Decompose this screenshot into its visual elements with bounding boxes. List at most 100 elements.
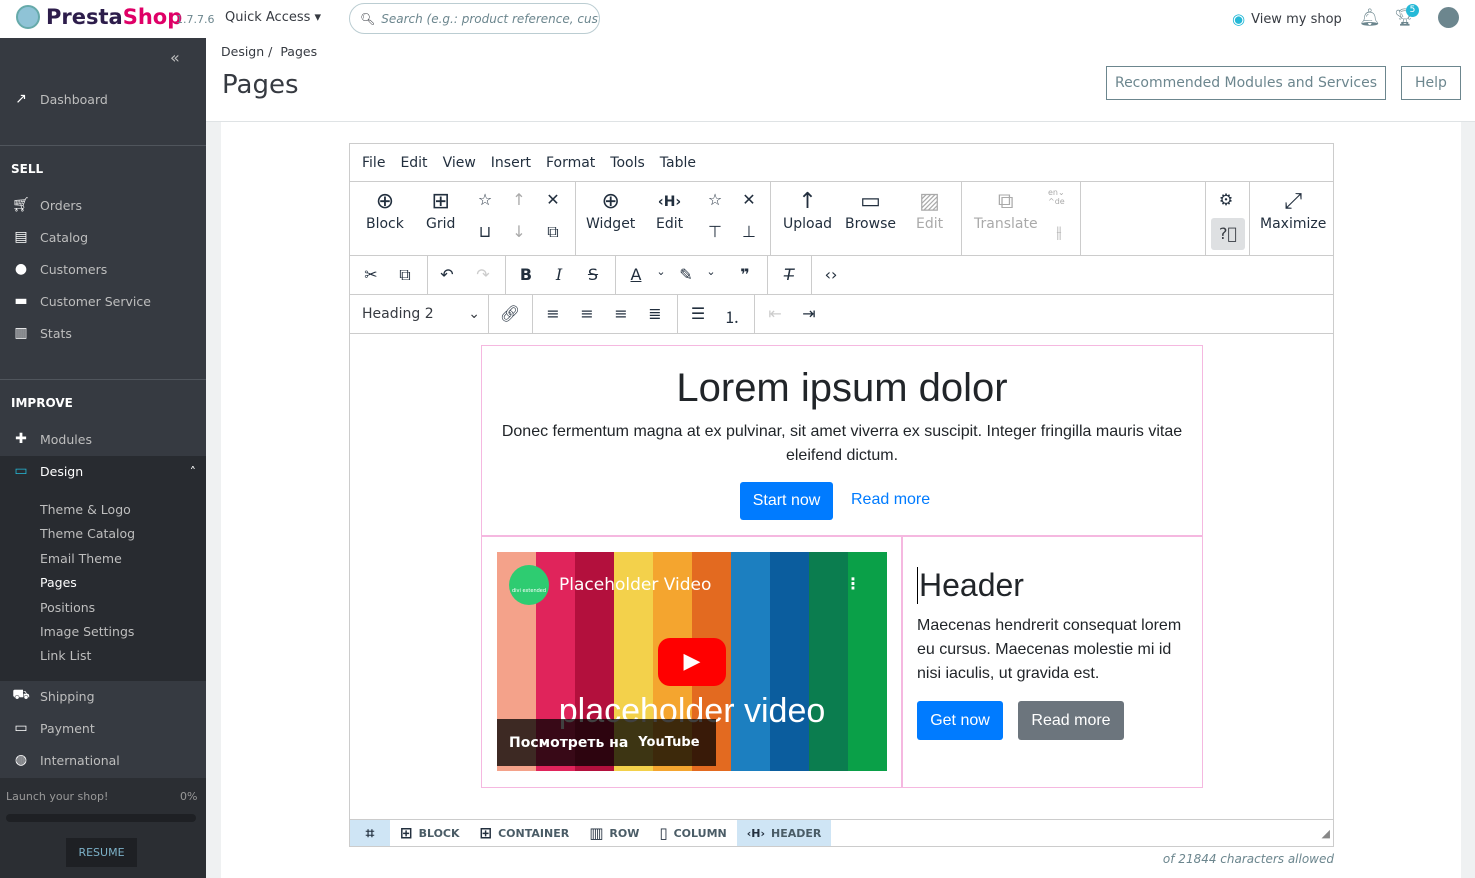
- copy-icon[interactable]: ⧉: [393, 265, 417, 285]
- code-icon[interactable]: ‹›: [819, 265, 843, 284]
- select-all-icon[interactable]: ⌗: [350, 820, 390, 846]
- sidebar-item-dashboard[interactable]: ↗ Dashboard: [0, 84, 206, 114]
- block-format-select[interactable]: Heading 2 ⌄: [362, 306, 480, 322]
- search-input[interactable]: 🔍︎Search (e.g.: product reference, custo…: [349, 3, 600, 34]
- menu-view[interactable]: View: [443, 155, 476, 171]
- read-more-link[interactable]: Read more: [851, 491, 930, 509]
- submenu-theme-logo[interactable]: Theme & Logo: [40, 502, 131, 517]
- sidebar-item-design[interactable]: ▭ Design ˄: [0, 456, 206, 486]
- sidebar-item-stats[interactable]: ▥ Stats: [0, 318, 206, 348]
- sidebar-item-customer-service[interactable]: ▬ Customer Service: [0, 286, 206, 316]
- align-bottom-icon[interactable]: ⊥: [737, 222, 761, 241]
- upload-button[interactable]: ↑ Upload: [783, 182, 832, 232]
- align-center-icon[interactable]: ≡: [575, 304, 599, 323]
- bell-icon[interactable]: 🔔︎: [1359, 8, 1381, 28]
- menu-file[interactable]: File: [362, 155, 385, 171]
- align-right-icon[interactable]: ≡: [609, 304, 633, 323]
- close-icon[interactable]: ✕: [737, 190, 761, 209]
- sliders-icon[interactable]: ⫲: [1047, 222, 1071, 242]
- bold-icon[interactable]: B: [514, 265, 538, 284]
- menu-format[interactable]: Format: [546, 155, 595, 171]
- menu-table[interactable]: Table: [660, 155, 696, 171]
- submenu-image-settings[interactable]: Image Settings: [40, 624, 134, 639]
- cut-icon[interactable]: ✂: [359, 265, 383, 284]
- edit-header-button[interactable]: ‹H› Edit: [656, 182, 683, 232]
- text-color-icon[interactable]: A: [624, 265, 648, 284]
- outdent-icon[interactable]: ⇤: [763, 304, 787, 323]
- grid-button[interactable]: ⊞ Grid: [426, 182, 455, 232]
- more-options-icon[interactable]: ⋮: [845, 574, 861, 593]
- submenu-positions[interactable]: Positions: [40, 600, 95, 615]
- sidebar-item-catalog[interactable]: ▤ Catalog: [0, 222, 206, 252]
- youtube-video[interactable]: divi extended Placeholder Video ⋮ placeh…: [497, 552, 887, 771]
- resize-handle[interactable]: ◢: [1322, 827, 1330, 840]
- clear-formatting-icon[interactable]: T̶: [777, 265, 801, 284]
- help-button[interactable]: Help: [1401, 66, 1461, 100]
- editor-content[interactable]: Lorem ipsum dolor Donec fermentum magna …: [481, 345, 1203, 788]
- get-now-button[interactable]: Get now: [917, 701, 1003, 740]
- path-container[interactable]: ⊞ CONTAINER: [470, 820, 580, 846]
- translate-button[interactable]: ⧉ Translate: [974, 182, 1038, 232]
- sidebar-item-modules[interactable]: ✚ Modules: [0, 424, 206, 454]
- blockquote-icon[interactable]: ❞: [733, 265, 757, 284]
- path-column[interactable]: ▯ COLUMN: [649, 820, 736, 846]
- recommended-modules-button[interactable]: Recommended Modules and Services: [1106, 66, 1386, 100]
- numbered-list-icon[interactable]: ⒈: [720, 304, 744, 328]
- sidebar-item-shipping[interactable]: ⛟ Shipping: [0, 681, 206, 711]
- widget-button[interactable]: ⊕ Widget: [586, 182, 635, 232]
- menu-edit[interactable]: Edit: [400, 155, 427, 171]
- view-shop-link[interactable]: ◉ View my shop: [1232, 10, 1342, 28]
- user-avatar-icon[interactable]: [1438, 7, 1459, 28]
- highlight-icon[interactable]: ✎: [674, 265, 698, 284]
- maximize-button[interactable]: ⤢ Maximize: [1260, 182, 1326, 232]
- link-icon[interactable]: 🔗︎: [498, 304, 522, 323]
- arrow-up-icon[interactable]: ↑: [507, 190, 531, 209]
- redo-icon[interactable]: ↷: [471, 265, 495, 284]
- gear-icon[interactable]: ⚙: [1214, 190, 1238, 209]
- path-header[interactable]: ‹H› HEADER: [736, 820, 832, 846]
- align-top-icon[interactable]: ⊤: [703, 222, 727, 241]
- sidebar-item-international[interactable]: ◍ International: [0, 745, 206, 775]
- undo-icon[interactable]: ↶: [435, 265, 459, 284]
- chevron-down-icon[interactable]: ⌄: [699, 265, 723, 278]
- path-block[interactable]: ⊞ BLOCK: [390, 820, 470, 846]
- menu-insert[interactable]: Insert: [491, 155, 531, 171]
- sidebar-item-payment[interactable]: ▭ Payment: [0, 713, 206, 743]
- justify-icon[interactable]: ≣: [643, 304, 667, 323]
- upload-icon: ↑: [798, 189, 817, 214]
- italic-icon[interactable]: I: [547, 265, 571, 284]
- edit-image-button[interactable]: ▨ Edit: [916, 182, 943, 232]
- sidebar-item-orders[interactable]: 🛒︎ Orders: [0, 190, 206, 220]
- submenu-email-theme[interactable]: Email Theme: [40, 551, 122, 566]
- chevron-down-icon[interactable]: ⌄: [649, 265, 673, 278]
- submenu-pages[interactable]: Pages: [40, 575, 77, 590]
- align-left-icon[interactable]: ≡: [541, 304, 565, 323]
- duplicate-icon[interactable]: ⧉: [541, 222, 565, 242]
- star-icon[interactable]: ☆: [703, 190, 727, 209]
- prestashop-logo[interactable]: PrestaShop: [16, 5, 182, 29]
- strikethrough-icon[interactable]: S: [581, 265, 605, 284]
- star-icon[interactable]: ☆: [473, 190, 497, 209]
- insert-after-icon[interactable]: ⊔: [473, 222, 497, 241]
- quick-access-dropdown[interactable]: Quick Access ▾: [225, 10, 321, 25]
- language-switch[interactable]: en⌄ ^de: [1048, 188, 1065, 206]
- collapse-icon[interactable]: «: [170, 48, 180, 67]
- arrow-down-icon[interactable]: ↓: [507, 222, 531, 241]
- indent-icon[interactable]: ⇥: [797, 304, 821, 323]
- submenu-theme-catalog[interactable]: Theme Catalog: [40, 526, 135, 541]
- play-icon[interactable]: ▶: [658, 638, 726, 686]
- bullet-list-icon[interactable]: ☰: [686, 304, 710, 323]
- editor-menubar: File Edit View Insert Format Tools Table: [350, 144, 1333, 182]
- path-row[interactable]: ▥ ROW: [579, 820, 649, 846]
- menu-tools[interactable]: Tools: [610, 155, 645, 171]
- submenu-link-list[interactable]: Link List: [40, 648, 91, 663]
- resume-button[interactable]: RESUME: [66, 838, 137, 867]
- read-more-button[interactable]: Read more: [1018, 701, 1124, 740]
- help-icon[interactable]: ?⃝: [1211, 218, 1245, 250]
- browse-button[interactable]: ▭ Browse: [845, 182, 896, 232]
- sidebar-item-customers[interactable]: ● Customers: [0, 254, 206, 284]
- start-now-button[interactable]: Start now: [740, 482, 833, 520]
- close-icon[interactable]: ✕: [541, 190, 565, 209]
- block-button[interactable]: ⊕ Block: [366, 182, 404, 232]
- watch-on-youtube[interactable]: Посмотреть на YouTube: [497, 719, 716, 766]
